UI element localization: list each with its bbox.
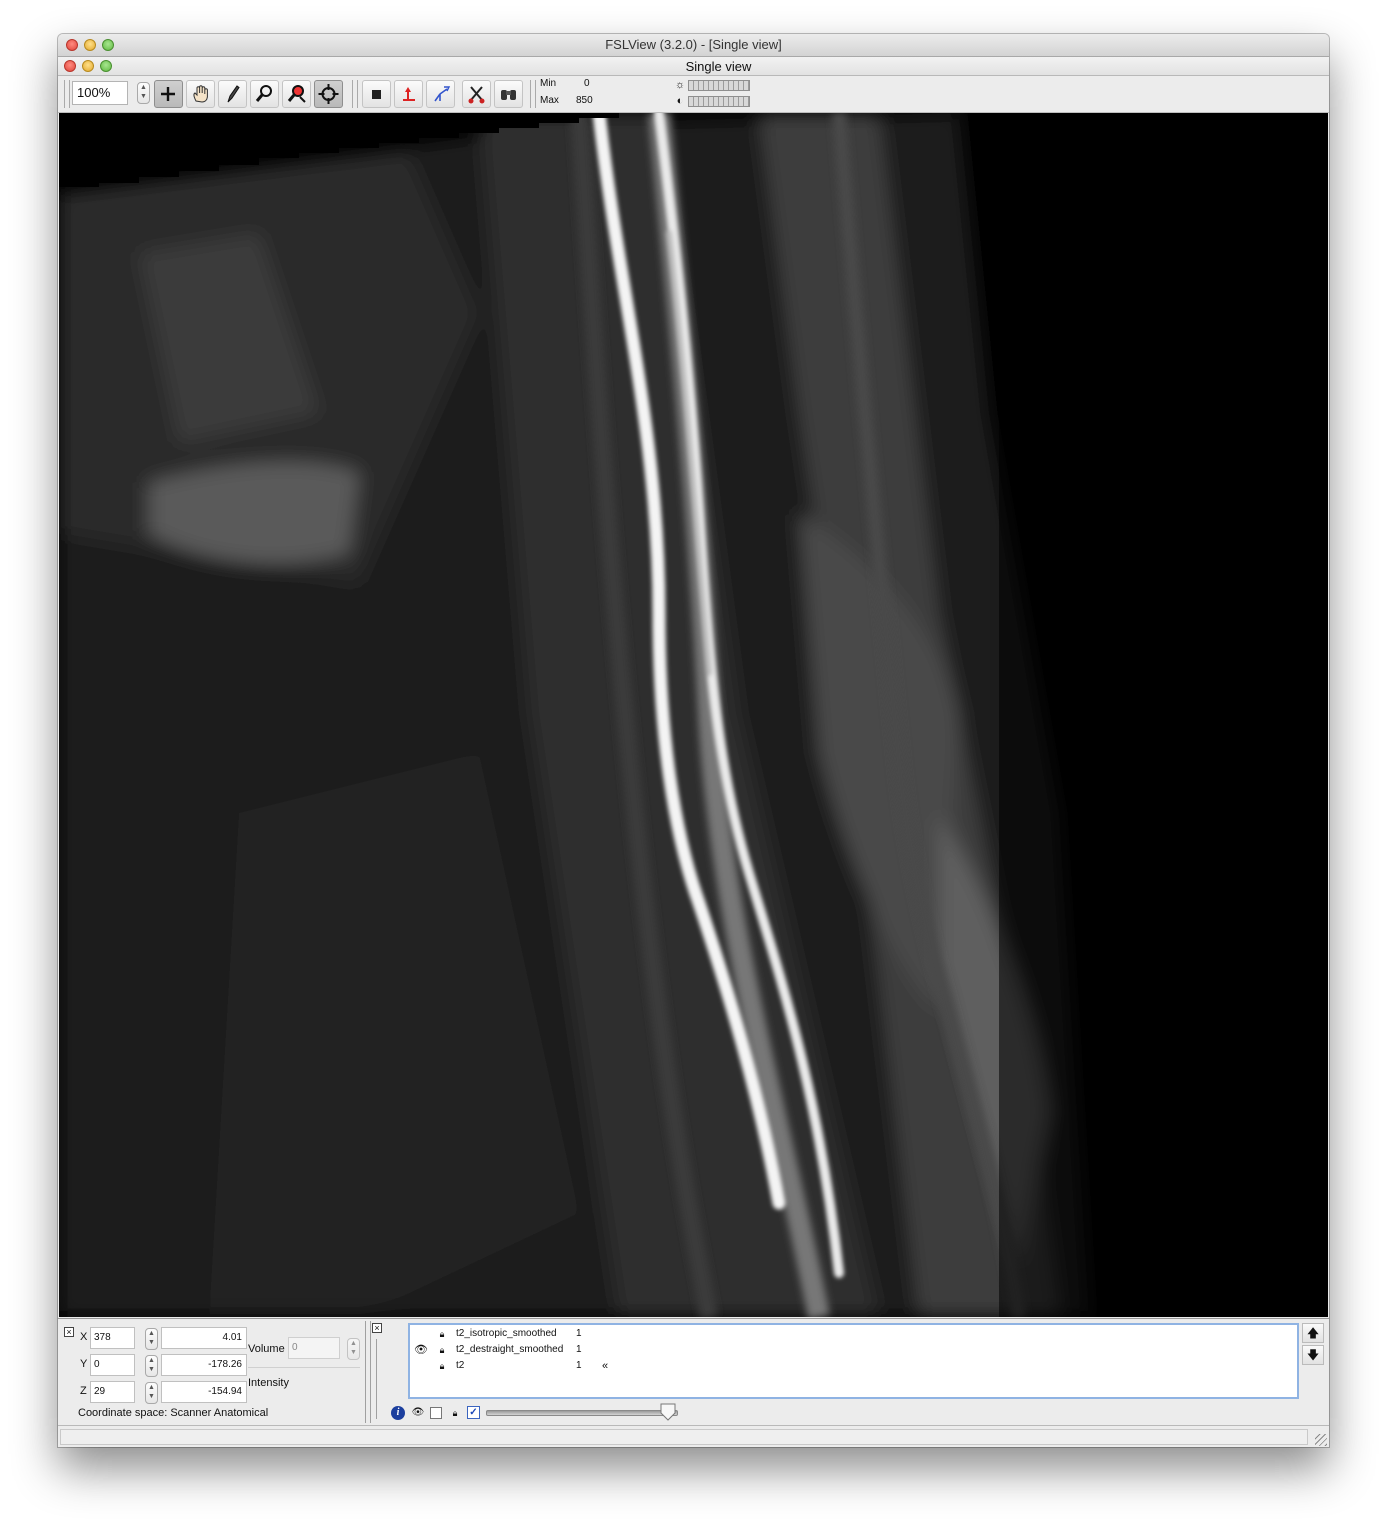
x-mm-input[interactable]: 4.01 (161, 1327, 247, 1349)
cut-tool-icon[interactable] (462, 80, 491, 108)
layer-option-checkbox[interactable] (430, 1407, 442, 1419)
subwindow-titlebar[interactable]: Single view (58, 57, 1329, 76)
x-label: X (80, 1331, 88, 1343)
layer-row[interactable]: 🔒︎ t2 1 « (410, 1358, 1297, 1374)
layer-opacity: 1 (576, 1344, 582, 1355)
min-value-field[interactable]: 0 (584, 78, 590, 89)
cursor-icon[interactable] (154, 80, 183, 108)
pan-hand-icon[interactable] (186, 80, 215, 108)
layer-opacity: 1 (576, 1360, 582, 1371)
status-message (60, 1429, 1308, 1445)
layer-opacity: 1 (576, 1328, 582, 1339)
zoom-window-button[interactable] (102, 39, 114, 51)
max-label: Max (540, 95, 559, 106)
zoom-stepper[interactable]: ▲ ▼ (137, 82, 150, 104)
resize-grip[interactable] (1315, 1434, 1327, 1446)
lock-icon[interactable]: 🔒︎ (436, 1358, 448, 1374)
bottom-panel: × X 378 ▲ ▼ 4.01 Y 0 ▲ ▼ -178.26 Z 29 ▲ ▼ -… (58, 1318, 1329, 1425)
binoculars-icon[interactable] (494, 80, 523, 108)
close-window-button[interactable] (66, 39, 78, 51)
volume-stepper[interactable]: ▲ ▼ (347, 1338, 360, 1360)
close-layers-panel-button[interactable]: × (372, 1323, 382, 1333)
main-toolbar: 100% ▲ ▼ Min 0 Max 850 ☼ ◐ (58, 76, 1329, 113)
move-layer-up-button[interactable]: 🡅︎ (1302, 1323, 1324, 1343)
toolbar-grip[interactable] (64, 80, 70, 108)
zoom-magnifier-icon[interactable] (250, 80, 279, 108)
coords-divider (248, 1367, 360, 1368)
info-icon[interactable]: i (391, 1406, 405, 1420)
toolbar-grip-2[interactable] (352, 80, 358, 108)
y-mm-input[interactable]: -178.26 (161, 1354, 247, 1376)
panel-divider (365, 1321, 371, 1423)
contrast-slider[interactable] (688, 96, 750, 107)
toolbar-grip-3[interactable] (530, 80, 536, 108)
x-voxel-input[interactable]: 378 (90, 1327, 135, 1349)
y-voxel-input[interactable]: 0 (90, 1354, 135, 1376)
subwindow-title: Single view (685, 59, 752, 74)
x-voxel-stepper[interactable]: ▲ ▼ (145, 1328, 158, 1350)
zoom-input[interactable]: 100% (72, 81, 128, 105)
layer-row[interactable]: 🔒︎ t2_isotropic_smoothed 1 (410, 1326, 1297, 1342)
z-voxel-input[interactable]: 29 (90, 1381, 135, 1403)
contrast-icon: ◐ (676, 95, 684, 107)
layer-name: t2_destraight_smoothed (456, 1344, 564, 1355)
window-title: FSLView (3.2.0) - [Single view] (605, 37, 782, 52)
z-mm-input[interactable]: -154.94 (161, 1381, 247, 1403)
axis-swap-icon[interactable] (426, 80, 455, 108)
max-value-field[interactable]: 850 (576, 95, 593, 106)
layer-name: t2_isotropic_smoothed (456, 1328, 557, 1339)
mri-sagittal-image (59, 113, 1328, 1317)
pencil-icon[interactable] (218, 80, 247, 108)
lock-icon[interactable]: 🔒︎ (436, 1342, 448, 1358)
z-label: Z (80, 1385, 87, 1397)
image-viewport[interactable] (59, 113, 1328, 1317)
selected-layer-marker: « (602, 1360, 609, 1372)
volume-input[interactable]: 0 (288, 1337, 340, 1359)
reset-axis-icon[interactable] (394, 80, 423, 108)
status-bar (58, 1425, 1329, 1447)
intensity-label: Intensity (248, 1377, 289, 1389)
volume-label: Volume (248, 1343, 285, 1355)
lock-icon[interactable]: 🔒︎ (436, 1326, 448, 1342)
z-voxel-stepper[interactable]: ▲ ▼ (145, 1382, 158, 1404)
fslview-window: FSLView (3.2.0) - [Single view] Single v… (58, 34, 1329, 1447)
close-coordinates-panel-button[interactable]: × (64, 1327, 74, 1337)
window-titlebar[interactable]: FSLView (3.2.0) - [Single view] (58, 34, 1329, 57)
lock-icon[interactable]: 🔒︎ (448, 1406, 462, 1420)
minimize-window-button[interactable] (84, 39, 96, 51)
y-label: Y (80, 1358, 88, 1370)
y-voxel-stepper[interactable]: ▲ ▼ (145, 1355, 158, 1377)
opacity-slider[interactable] (486, 1410, 678, 1416)
move-layer-down-button[interactable]: 🡇︎ (1302, 1345, 1324, 1365)
transparency-checkbox[interactable]: ✓ (467, 1406, 480, 1419)
layer-name: t2 (456, 1360, 465, 1371)
brightness-slider[interactable] (688, 80, 750, 91)
coordinate-space-label: Coordinate space: Scanner Anatomical (78, 1407, 269, 1419)
zoom-region-icon[interactable] (282, 80, 311, 108)
eye-icon[interactable]: 👁︎ (414, 1342, 428, 1358)
sun-icon: ☼ (674, 79, 686, 91)
layers-grip[interactable] (376, 1339, 379, 1419)
layer-row[interactable]: 👁︎ 🔒︎ t2_destraight_smoothed 1 (410, 1342, 1297, 1358)
opacity-slider-thumb[interactable] (660, 1403, 676, 1421)
crosshair-target-icon[interactable] (314, 80, 343, 108)
fill-box-icon[interactable] (362, 80, 391, 108)
layer-list[interactable]: 🔒︎ t2_isotropic_smoothed 1 👁︎ 🔒︎ t2_dest… (408, 1323, 1299, 1399)
eye-icon[interactable]: 👁︎ (411, 1406, 425, 1420)
min-label: Min (540, 78, 557, 89)
